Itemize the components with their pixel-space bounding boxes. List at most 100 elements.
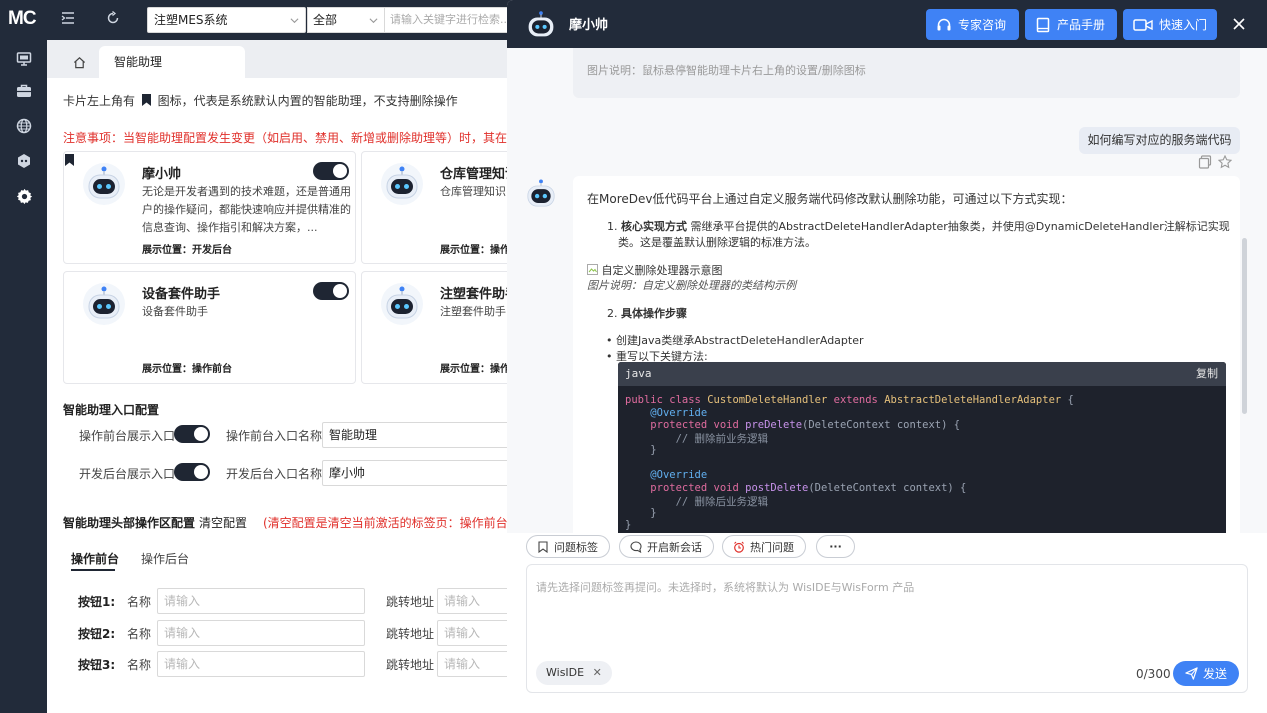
- chat-messages: 图片说明：鼠标悬停智能助理卡片右上角的设置/删除图标 如何编写对应的服务端代码 …: [507, 48, 1267, 533]
- front-name-input[interactable]: 智能助理: [322, 422, 512, 448]
- expert-consult-button[interactable]: 专家咨询: [926, 9, 1019, 40]
- back-name-label: 开发后台入口名称: [226, 467, 323, 481]
- clear-config-hint: (清空配置是清空当前激活的标签页：操作前台或开: [263, 516, 532, 530]
- robot-avatar-icon: [528, 11, 554, 37]
- star-icon[interactable]: [1218, 155, 1232, 169]
- assistant-card[interactable]: 仓库管理知识 仓库管理知识 展示位置：操作: [361, 151, 521, 264]
- menu-toggle-icon[interactable]: [61, 11, 79, 29]
- card-enable-toggle[interactable]: [313, 162, 349, 180]
- robot-avatar-icon: [83, 163, 125, 205]
- send-button[interactable]: 发送: [1173, 661, 1239, 686]
- code-line: protected void preDelete(DeleteContext c…: [650, 419, 961, 431]
- hot-questions-label: 热门问题: [750, 540, 794, 554]
- assistant-card[interactable]: 注塑套件助手 注塑套件助手 展示位置：操作: [361, 271, 521, 384]
- answer-item-1-cont: 类。这是覆盖默认删除逻辑的标准方法。: [618, 236, 816, 249]
- tab-strip: 智能助理: [47, 40, 507, 78]
- code-line: @Override: [650, 469, 708, 481]
- chevron-down-icon: [290, 18, 299, 24]
- bookmark-icon: [538, 540, 548, 553]
- home-tab[interactable]: [61, 46, 97, 78]
- back-show-toggle[interactable]: [174, 463, 210, 481]
- card-title: 设备套件助手: [142, 287, 221, 302]
- button-url-input[interactable]: 请输入: [437, 651, 509, 677]
- quick-start-button[interactable]: 快速入门: [1123, 9, 1217, 40]
- button-name-input[interactable]: 请输入: [157, 588, 365, 614]
- monitor-icon[interactable]: [14, 49, 34, 69]
- copy-icon[interactable]: [1198, 155, 1212, 169]
- send-label: 发送: [1202, 667, 1227, 681]
- button-name-input[interactable]: 请输入: [157, 651, 365, 677]
- front-show-toggle[interactable]: [174, 425, 210, 443]
- chat-bubble-icon: [630, 540, 642, 553]
- system-select[interactable]: 注塑MES系统: [147, 7, 306, 33]
- product-manual-label: 产品手册: [1057, 18, 1106, 32]
- answer-item-1-bold: 核心实现方式: [621, 220, 687, 233]
- close-icon[interactable]: [1231, 16, 1247, 32]
- robot-icon[interactable]: [14, 151, 34, 171]
- scope-select[interactable]: 全部: [307, 7, 385, 33]
- robot-avatar-icon: [83, 283, 125, 325]
- settings-gear-icon[interactable]: [14, 186, 34, 206]
- global-search-input[interactable]: 请输入关键字进行检索...: [384, 7, 514, 33]
- home-icon: [73, 56, 85, 68]
- headset-icon: [937, 18, 951, 30]
- button-row-label: 按钮2:: [78, 627, 116, 641]
- bookmark-icon: [141, 94, 151, 106]
- more-button[interactable]: ···: [816, 535, 855, 558]
- front-name-label: 操作前台入口名称: [226, 429, 323, 443]
- product-manual-button[interactable]: 产品手册: [1025, 9, 1117, 40]
- question-tags-button[interactable]: 问题标签: [526, 535, 610, 558]
- message-composer[interactable]: 请先选择问题标签再提问。未选择时，系统将默认为 WisIDE与WisForm 产…: [526, 564, 1248, 693]
- button-url-input[interactable]: 请输入: [437, 588, 509, 614]
- front-show-label: 操作前台展示入口: [79, 429, 176, 443]
- product-chip[interactable]: WisIDE ✕: [536, 661, 612, 685]
- send-icon: [1185, 667, 1198, 680]
- previous-answer-bubble: 图片说明：鼠标悬停智能助理卡片右上角的设置/删除图标: [573, 48, 1240, 98]
- back-show-label: 开发后台展示入口: [79, 467, 176, 481]
- answer-bullet-1-text: 创建Java类继承AbstractDeleteHandlerAdapter: [616, 334, 864, 347]
- card-position: 展示位置：操作: [440, 364, 510, 375]
- button-name-input[interactable]: 请输入: [157, 620, 365, 646]
- card-enable-toggle[interactable]: [313, 282, 349, 300]
- builtin-note: 卡片左上角有 图标，代表是系统默认内置的智能助理，不支持删除操作: [63, 92, 458, 109]
- back-name-input[interactable]: 摩小帅: [322, 460, 512, 486]
- new-session-button[interactable]: 开启新会话: [619, 535, 714, 558]
- briefcase-icon[interactable]: [14, 81, 34, 101]
- name-label: 名称: [127, 595, 152, 609]
- hot-questions-button[interactable]: 热门问题: [722, 535, 806, 558]
- url-label: 跳转地址: [386, 595, 435, 609]
- button-url-input[interactable]: 请输入: [437, 620, 509, 646]
- code-line: @Override: [650, 407, 708, 419]
- chat-panel: 摩小帅 专家咨询 产品手册 快速入门 图片说明：鼠标悬停智能助理卡片右上角的设置…: [507, 0, 1267, 713]
- assistant-card[interactable]: 设备套件助手 设备套件助手 展示位置：操作前台: [63, 271, 356, 384]
- answer-bullet-1: • 创建Java类继承AbstractDeleteHandlerAdapter: [606, 334, 864, 347]
- copy-code-button[interactable]: 复制: [1196, 362, 1218, 386]
- code-line: public class CustomDeleteHandler extends…: [625, 394, 1074, 406]
- card-position: 展示位置：开发后台: [142, 245, 232, 256]
- refresh-icon[interactable]: [106, 11, 124, 29]
- globe-icon[interactable]: [14, 116, 34, 136]
- answer-image-alt: 自定义删除处理器示意图: [601, 264, 723, 277]
- bot-answer-bubble: 在MoreDev低代码平台上通过自定义服务端代码修改默认删除功能，可通过以下方式…: [573, 176, 1240, 533]
- button-row-label: 按钮3:: [78, 658, 116, 672]
- code-line: }: [650, 444, 657, 456]
- assistant-card[interactable]: 摩小帅 无论是开发者遇到的技术难题，还是普通用户的操作疑问，都能快速响应并提供精…: [63, 151, 356, 264]
- code-block: java 复制 public class CustomDeleteHandler…: [618, 362, 1226, 533]
- robot-avatar-icon: [381, 163, 423, 205]
- subtab-back[interactable]: 操作后台: [141, 550, 189, 567]
- quick-start-label: 快速入门: [1158, 18, 1207, 32]
- subtab-front[interactable]: 操作前台: [71, 550, 119, 567]
- chat-scrollbar[interactable]: [1242, 238, 1247, 414]
- clear-config-button[interactable]: 清空配置: [199, 514, 247, 531]
- chip-close-icon[interactable]: ✕: [593, 666, 602, 679]
- answer-image: 自定义删除处理器示意图: [587, 262, 723, 278]
- name-label: 名称: [127, 627, 152, 641]
- builtin-note-prefix: 卡片左上角有: [63, 94, 136, 108]
- user-message: 如何编写对应的服务端代码: [1079, 127, 1240, 154]
- card-description: 设备套件助手: [142, 305, 208, 318]
- tab-assistant[interactable]: 智能助理: [99, 46, 245, 78]
- answer-item-1-text: 需继承平台提供的AbstractDeleteHandlerAdapter抽象类，…: [690, 220, 1230, 233]
- builtin-note-suffix: 图标，代表是系统默认内置的智能助理，不支持删除操作: [157, 94, 458, 108]
- card-position: 展示位置：操作前台: [142, 364, 232, 375]
- previous-caption: 图片说明：鼠标悬停智能助理卡片右上角的设置/删除图标: [587, 64, 866, 77]
